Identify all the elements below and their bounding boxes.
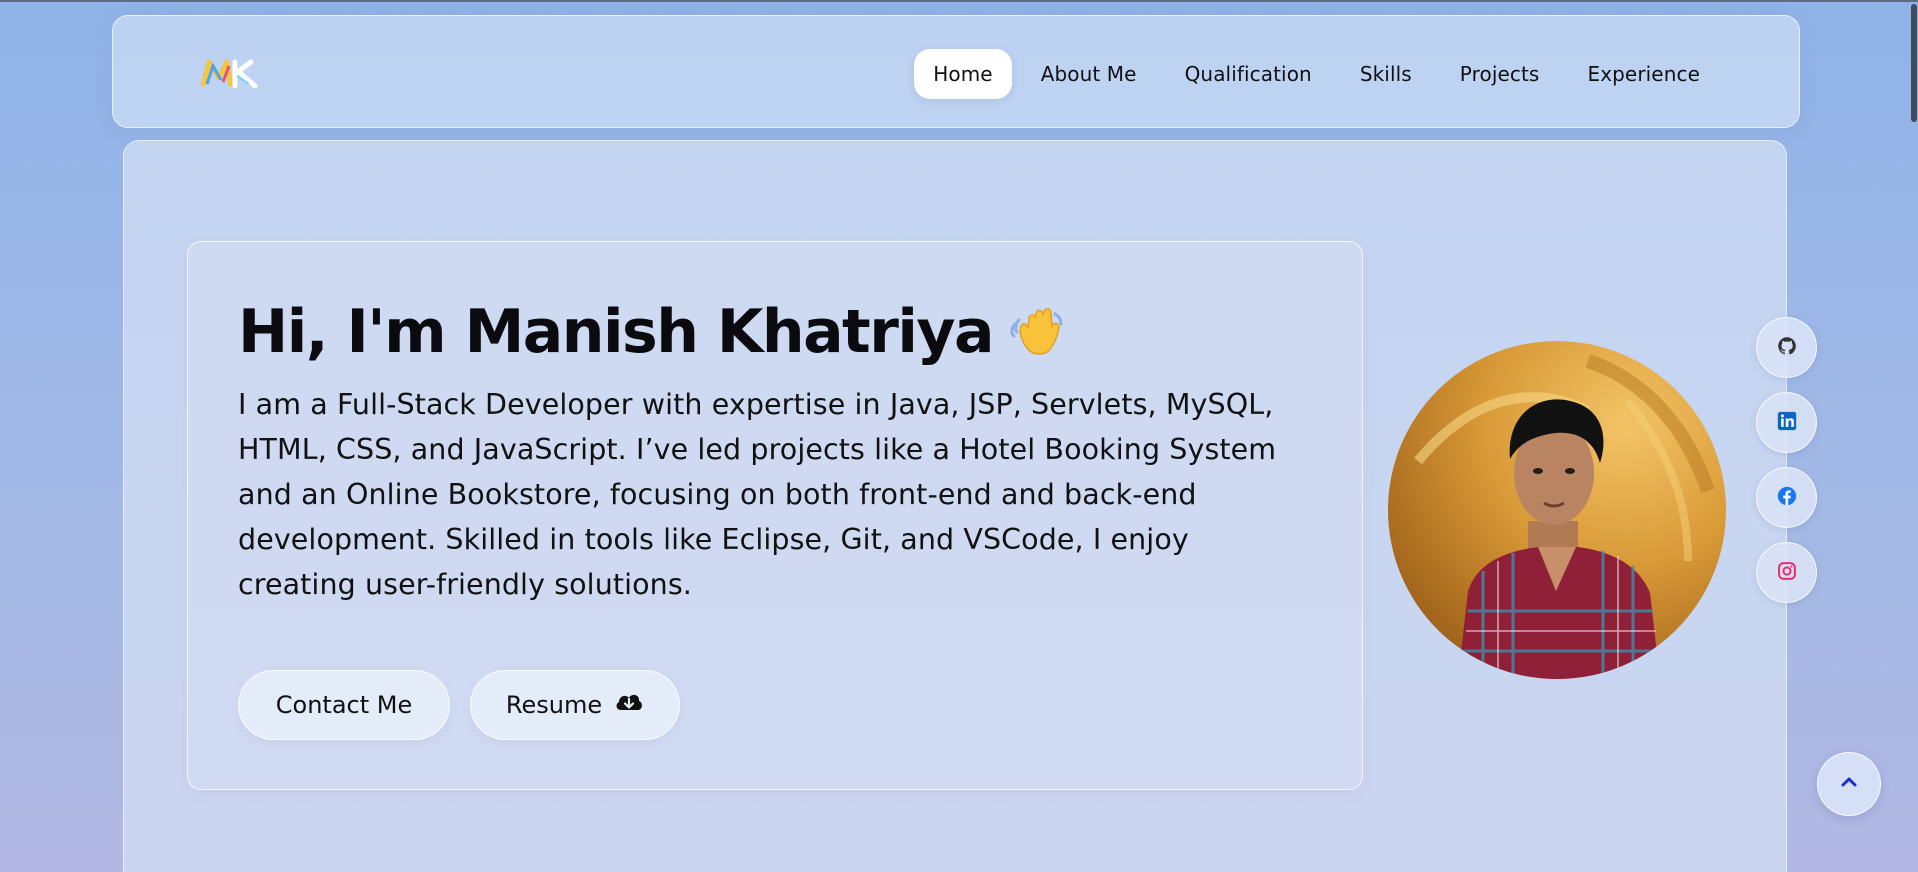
linkedin-icon	[1777, 411, 1797, 435]
contact-me-label: Contact Me	[275, 691, 413, 719]
nav-item-qualification[interactable]: Qualification	[1166, 49, 1331, 99]
scroll-to-top-button[interactable]	[1817, 752, 1881, 816]
scrollbar-thumb[interactable]	[1911, 4, 1917, 122]
hero-section: Hi, I'm Manish Khatriya I am a Full-Stac…	[123, 140, 1787, 872]
social-links	[1756, 317, 1817, 603]
window-top-border	[0, 0, 1918, 2]
nav-item-about-me[interactable]: About Me	[1022, 49, 1156, 99]
instagram-link[interactable]	[1756, 542, 1817, 603]
mk-logo-icon[interactable]	[199, 56, 261, 90]
nav-item-projects[interactable]: Projects	[1441, 49, 1559, 99]
hero-intro-text: I am a Full-Stack Developer with experti…	[238, 388, 1277, 601]
github-icon	[1777, 336, 1797, 360]
hero-headline-text: Hi, I'm Manish Khatriya	[238, 297, 995, 367]
nav-item-skills[interactable]: Skills	[1341, 49, 1431, 99]
facebook-link[interactable]	[1756, 467, 1817, 528]
cloud-download-icon	[614, 690, 644, 720]
resume-button[interactable]: Resume	[470, 670, 680, 740]
hero-headline: Hi, I'm Manish Khatriya	[238, 297, 1069, 367]
nav-item-home[interactable]: Home	[914, 49, 1012, 99]
nav-menu: Home About Me Qualification Skills Proje…	[914, 49, 1719, 99]
navbar: Home About Me Qualification Skills Proje…	[112, 15, 1800, 128]
nav-item-experience[interactable]: Experience	[1568, 49, 1719, 99]
contact-me-button[interactable]: Contact Me	[238, 670, 450, 740]
instagram-icon	[1777, 561, 1797, 585]
waving-hand-icon	[1005, 300, 1069, 364]
github-link[interactable]	[1756, 317, 1817, 378]
resume-label: Resume	[505, 691, 603, 719]
intro-card: Hi, I'm Manish Khatriya I am a Full-Stac…	[187, 241, 1363, 790]
facebook-icon	[1777, 486, 1797, 510]
page-scrollbar[interactable]	[1910, 0, 1918, 872]
chevron-up-icon	[1838, 771, 1860, 797]
profile-photo	[1388, 341, 1726, 679]
linkedin-link[interactable]	[1756, 392, 1817, 453]
